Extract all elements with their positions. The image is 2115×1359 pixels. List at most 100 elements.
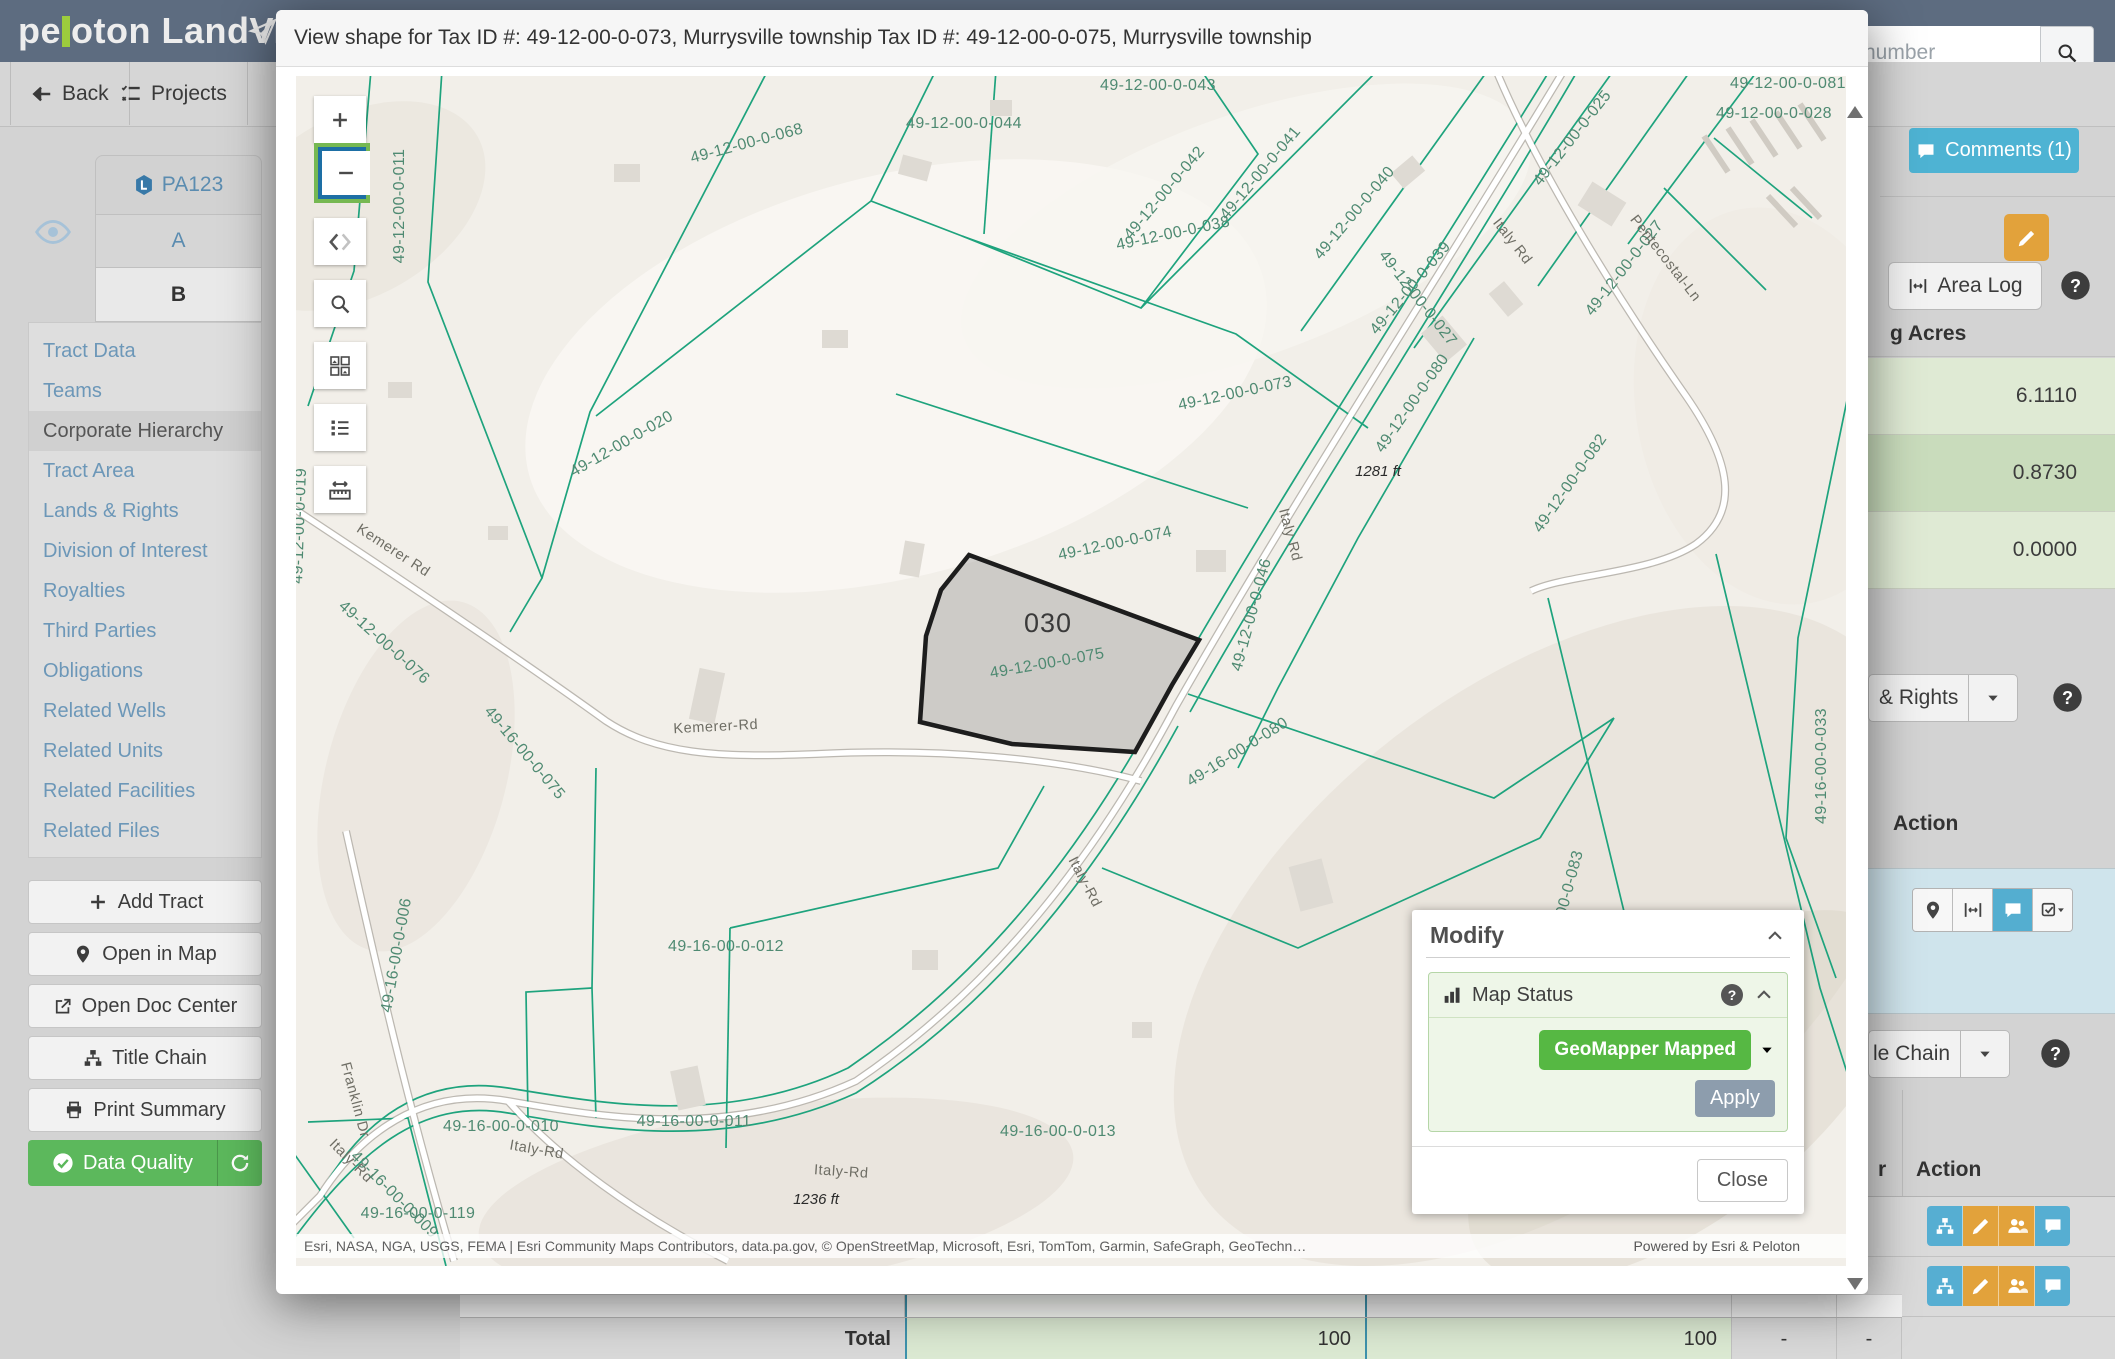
help-icon[interactable]: ? (2052, 682, 2083, 713)
map-layers-button[interactable] (314, 404, 366, 451)
scale-label: 1281 ft (1355, 463, 1402, 480)
caret-down-icon (1759, 1042, 1775, 1058)
acres-value-row[interactable]: 0.8730 (1868, 435, 2115, 512)
modify-panel: Modify Map Status ? GeoMapper Mapped (1412, 910, 1804, 1214)
hierarchy-action-button[interactable] (1927, 1266, 1963, 1306)
sidebar-item-teams[interactable]: Teams (29, 371, 261, 411)
title-chain-button[interactable]: Title Chain (28, 1036, 262, 1080)
map-status-value-button[interactable]: GeoMapper Mapped (1539, 1030, 1751, 1070)
help-icon[interactable]: ? (2060, 270, 2091, 301)
help-icon[interactable]: ? (1720, 983, 1744, 1007)
tab-a[interactable]: A (95, 215, 262, 268)
measure-icon (327, 477, 353, 503)
refresh-button[interactable] (217, 1140, 262, 1186)
help-icon[interactable]: ? (2040, 1038, 2071, 1069)
people-action-button[interactable] (1999, 1206, 2035, 1246)
checkcaret-icon (2040, 900, 2066, 920)
search-icon (328, 292, 352, 316)
powered-by-text: Powered by Esri & Peloton (1633, 1238, 1846, 1254)
hierarchy-action-button[interactable] (1927, 1206, 1963, 1246)
modal-scrollbar[interactable] (1846, 76, 1864, 1294)
bar-chart-icon (1441, 984, 1463, 1006)
open-doc-center-button[interactable]: Open Doc Center (28, 984, 262, 1028)
map-status-section: Map Status ? GeoMapper Mapped Apply (1428, 972, 1788, 1132)
sidebar-item-third-parties[interactable]: Third Parties (29, 611, 261, 651)
comment-action-button[interactable] (2035, 1266, 2070, 1306)
chevron-up-icon[interactable] (1753, 984, 1775, 1006)
lands-rights-dropdown[interactable]: & Rights (1868, 674, 2018, 722)
sidebar-item-related-wells[interactable]: Related Wells (29, 691, 261, 731)
total-value-cell: - (1837, 1318, 1902, 1359)
pin-action-button[interactable] (1913, 889, 1953, 931)
sidebar-item-royalties[interactable]: Royalties (29, 571, 261, 611)
map-zoom-out-highlight (314, 143, 370, 203)
external-link-icon (53, 996, 73, 1016)
projects-button[interactable]: Projects (100, 62, 248, 125)
people-action-button[interactable] (1999, 1266, 2035, 1306)
sidebar-item-related-files[interactable]: Related Files (29, 811, 261, 851)
comment-action-button[interactable] (2035, 1206, 2070, 1246)
row-action-group (1927, 1266, 2070, 1306)
map-basemap-button[interactable] (314, 342, 366, 389)
area-log-button[interactable]: Area Log (1888, 262, 2042, 310)
comments-button[interactable]: Comments (1) (1909, 128, 2079, 173)
map-zoom-out-button[interactable] (322, 151, 370, 195)
pencil-action-button[interactable] (1963, 1206, 1999, 1246)
title-chain-dropdown[interactable]: le Chain (1868, 1030, 2010, 1078)
map-measure-button[interactable] (314, 466, 366, 513)
people-icon (2006, 1215, 2028, 1237)
apply-button[interactable]: Apply (1695, 1080, 1775, 1117)
caret-down-icon[interactable] (1960, 1031, 2009, 1077)
map-search-button[interactable] (314, 280, 366, 327)
sidebar-item-obligations[interactable]: Obligations (29, 651, 261, 691)
sidebar-item-division-of-interest[interactable]: Division of Interest (29, 531, 261, 571)
sidebar-item-tract-area[interactable]: Tract Area (29, 451, 261, 491)
svg-text:?: ? (1728, 987, 1737, 1003)
total-value-cell: 100 (1367, 1318, 1732, 1359)
sidebar-item-tract-data[interactable]: Tract Data (29, 331, 261, 371)
total-value-cell: 100 (905, 1318, 1367, 1359)
arealog-action-button[interactable] (1953, 889, 1993, 931)
sidebar-item-corporate-hierarchy[interactable]: Corporate Hierarchy (29, 411, 261, 451)
map-prev-next-button[interactable] (314, 218, 366, 265)
comment-icon (2043, 1216, 2063, 1236)
parcel-id-label: 49-16-00-0-013 (1000, 1123, 1116, 1140)
sidebar-item-lands-rights[interactable]: Lands & Rights (29, 491, 261, 531)
open-in-map-button[interactable]: Open in Map (28, 932, 262, 976)
checkcaret-action-button[interactable] (2033, 889, 2072, 931)
acres-value-row[interactable]: 6.1110 (1868, 358, 2115, 435)
total-label: Total (460, 1318, 905, 1359)
scroll-down-icon[interactable] (1847, 1278, 1863, 1290)
table-cell (1367, 1295, 1732, 1318)
close-button[interactable]: Close (1697, 1159, 1788, 1202)
scroll-up-icon[interactable] (1847, 106, 1863, 118)
add-tract-button[interactable]: Add Tract (28, 880, 262, 924)
tab-b[interactable]: B (95, 268, 262, 322)
chevron-up-icon[interactable] (1764, 925, 1786, 947)
print-summary-button[interactable]: Print Summary (28, 1088, 262, 1132)
map-zoom-in-button[interactable] (314, 96, 366, 143)
view-shape-modal: View shape for Tax ID #: 49-12-00-0-073,… (276, 10, 1868, 1294)
parcel-id-label: 49-12-00-0-028 (1716, 105, 1832, 122)
caret-down-icon[interactable] (1968, 675, 2017, 721)
acres-value-row[interactable]: 0.0000 (1868, 512, 2115, 589)
comment-action-button[interactable] (1993, 889, 2033, 931)
parcel-id-label: 49-12-00-0-044 (906, 115, 1022, 132)
eye-icon[interactable] (34, 218, 72, 246)
parcel-id-label: 49-12-00-0-011 (391, 149, 408, 264)
pencil-icon (2016, 227, 2038, 249)
printer-icon (64, 1100, 84, 1120)
check-circle-icon (52, 1152, 74, 1174)
prevnext-icon (327, 229, 353, 255)
map-canvas[interactable]: 49-12-00-0-04349-12-00-0-04449-12-00-0-0… (296, 76, 1846, 1266)
project-tab-pa123[interactable]: PA123 (95, 155, 262, 215)
parcel-id-label: 49-16-00-0-033 (1813, 708, 1830, 824)
sidebar-item-related-units[interactable]: Related Units (29, 731, 261, 771)
total-value-cell: - (1732, 1318, 1837, 1359)
send-plane-icon (248, 16, 278, 46)
sidebar-item-related-facilities[interactable]: Related Facilities (29, 771, 261, 811)
data-quality-button[interactable]: Data Quality (28, 1140, 262, 1186)
edit-pencil-button[interactable] (2004, 214, 2049, 261)
hierarchy-icon (83, 1048, 103, 1068)
pencil-action-button[interactable] (1963, 1266, 1999, 1306)
